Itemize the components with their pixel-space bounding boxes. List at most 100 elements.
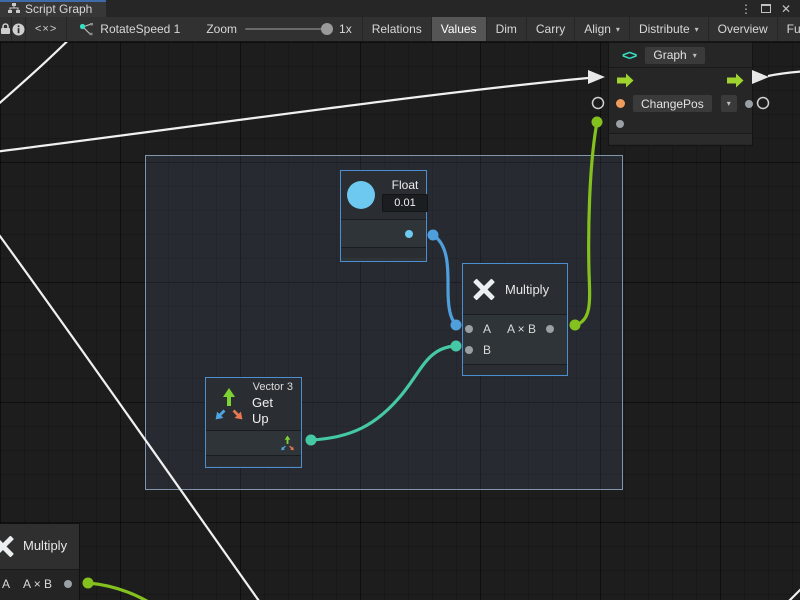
window-controls: ⋮ ✕	[738, 0, 800, 17]
input-port-b[interactable]	[465, 346, 473, 354]
vector3-icon	[214, 387, 244, 421]
output-port[interactable]	[64, 580, 72, 588]
float-node-header: Float 0.01	[341, 171, 426, 219]
code-view-button[interactable]: <×>	[26, 17, 67, 41]
vector3-output-port[interactable]	[280, 435, 295, 451]
vector3-node-body	[206, 430, 301, 455]
chevron-down-icon: ▾	[727, 99, 731, 108]
multiply-node-2-title: Multiply	[23, 538, 67, 553]
node-footer	[341, 247, 426, 258]
wire-arrowhead-out	[752, 70, 769, 84]
output-port[interactable]	[546, 325, 554, 333]
zoom-label: Zoom	[206, 22, 237, 36]
lock-icon	[0, 23, 11, 35]
variable-name-row: ChangePos ▾	[609, 92, 752, 115]
chevron-down-icon: ▾	[693, 51, 697, 60]
graph-breadcrumb[interactable]: RotateSpeed 1	[67, 17, 192, 41]
variable-name-caret-button[interactable]: ▾	[720, 94, 738, 113]
variable-kind-dropdown[interactable]: Graph ▾	[644, 46, 705, 65]
value-input-row	[609, 115, 752, 133]
multiply-icon	[472, 277, 496, 301]
vector3-node-header: Vector 3 Get Up	[206, 378, 301, 430]
relations-button[interactable]: Relations	[363, 17, 432, 41]
port-label-b: B	[483, 343, 491, 357]
window-titlebar: Script Graph ⋮ ✕	[0, 0, 800, 17]
wire-white-into-graph-node	[0, 78, 588, 152]
align-button[interactable]: Align▾	[575, 17, 630, 41]
name-input-port[interactable]	[616, 99, 625, 108]
distribute-button[interactable]: Distribute▾	[630, 17, 709, 41]
close-icon[interactable]: ✕	[778, 1, 794, 17]
value-output-port[interactable]	[745, 100, 753, 108]
carry-button[interactable]: Carry	[527, 17, 575, 41]
port-label-a: A	[483, 322, 491, 336]
multiply-node-2-body: A A × B	[0, 569, 79, 597]
tab-label: Script Graph	[25, 2, 92, 16]
values-button[interactable]: Values	[432, 17, 487, 41]
hierarchy-icon	[8, 3, 20, 14]
output-label: A × B	[507, 322, 536, 336]
wire-endpoint	[592, 117, 603, 128]
graph-node-icon	[79, 23, 94, 36]
multiply-node-2-header: Multiply	[0, 524, 79, 569]
caret-down-icon: ▾	[695, 25, 699, 34]
wire-arrowhead-in	[588, 70, 605, 84]
wire-white-bottom-right	[786, 582, 800, 600]
float-output-port[interactable]	[405, 230, 413, 238]
multiply-node-2[interactable]: Multiply A A × B	[0, 523, 80, 600]
lock-button[interactable]	[0, 17, 12, 41]
full-screen-button[interactable]: Full Screen	[778, 17, 800, 41]
overview-button[interactable]: Overview	[709, 17, 778, 41]
zoom-level-value: 1x	[339, 22, 352, 36]
graph-name-label: RotateSpeed 1	[100, 22, 180, 36]
port-row-a: A A × B	[463, 318, 567, 339]
float-node-title: Float	[392, 178, 419, 192]
wire-endpoint	[83, 578, 94, 589]
window-menu-icon[interactable]: ⋮	[738, 1, 754, 17]
vector3-node-title: Get Up	[252, 395, 293, 428]
multiply-node-body: A A × B B	[463, 314, 567, 364]
info-icon	[12, 23, 25, 36]
dim-button[interactable]: Dim	[487, 17, 527, 41]
tab-script-graph[interactable]: Script Graph	[0, 0, 106, 17]
float-literal-node[interactable]: Float 0.01	[340, 170, 427, 262]
multiply-node[interactable]: Multiply A A × B B	[462, 263, 568, 376]
graph-toolbar: <×> RotateSpeed 1 Zoom 1x Relations Valu…	[0, 17, 800, 42]
float-value-input[interactable]: 0.01	[382, 194, 428, 212]
output-label: A × B	[23, 577, 52, 591]
wire-green-bottom	[88, 583, 152, 600]
node-footer	[463, 364, 567, 375]
code-icon: <×>	[35, 23, 57, 35]
zoom-control: Zoom 1x	[192, 17, 362, 41]
vector3-get-up-node[interactable]: Vector 3 Get Up	[205, 377, 302, 468]
set-variable-node[interactable]: <> Graph ▾ ChangePos	[608, 42, 753, 146]
value-input-port[interactable]	[616, 120, 624, 128]
flow-input-arrow-icon[interactable]	[617, 73, 634, 88]
port-row-b: B	[463, 339, 567, 360]
variable-name-dropdown[interactable]: ChangePos	[632, 94, 713, 113]
flow-output-arrow-icon[interactable]	[727, 73, 744, 88]
caret-down-icon: ▾	[616, 25, 620, 34]
variable-node-header: <> Graph ▾	[609, 43, 752, 68]
script-graph-window: Script Graph ⋮ ✕ <×>	[0, 0, 800, 600]
zoom-slider[interactable]	[245, 28, 331, 30]
port-ring-left	[593, 98, 604, 109]
flow-port-row	[609, 68, 752, 92]
port-ring-right	[758, 98, 769, 109]
input-port-a[interactable]	[465, 325, 473, 333]
vector3-type-label: Vector 3	[253, 381, 293, 395]
float-node-body	[341, 219, 426, 247]
node-footer	[206, 455, 301, 466]
zoom-slider-handle[interactable]	[321, 23, 333, 35]
graph-canvas[interactable]: <> Graph ▾ ChangePos	[0, 42, 800, 600]
node-footer	[609, 133, 752, 144]
maximize-icon[interactable]	[758, 1, 774, 17]
float-type-icon	[347, 181, 375, 209]
code-brackets-icon: <>	[622, 47, 636, 63]
multiply-node-title: Multiply	[505, 282, 549, 297]
info-button[interactable]	[12, 17, 26, 41]
wire-white-top-left	[0, 42, 92, 108]
wire-white-out-right	[768, 71, 800, 76]
multiply-icon	[0, 534, 15, 558]
multiply-node-header: Multiply	[463, 264, 567, 314]
